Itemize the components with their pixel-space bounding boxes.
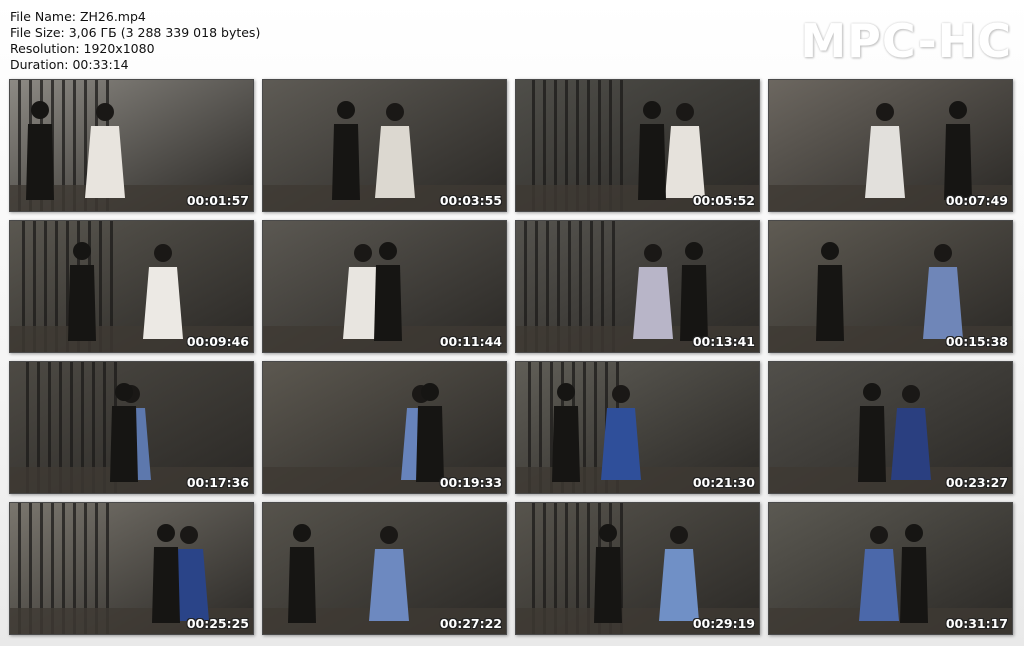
thumbnail-timestamp: 00:11:44: [439, 334, 502, 349]
thumbnail-image: [263, 503, 506, 634]
thumbnail-timestamp: 00:31:17: [945, 616, 1008, 631]
thumbnail-timestamp: 00:13:41: [692, 334, 755, 349]
thumbnail-timestamp: 00:15:38: [945, 334, 1008, 349]
mpc-hc-logo: MPC-HC: [800, 14, 1012, 68]
thumbnail-timestamp: 00:01:57: [186, 193, 249, 208]
video-thumbnail: 00:05:52: [515, 79, 760, 212]
thumbnail-image: [516, 221, 759, 352]
thumbnail-image: [263, 80, 506, 211]
thumbnail-grid: 00:01:57 00:03:55 00:05:52 00:07:49 00:0…: [9, 79, 1015, 635]
thumbnail-timestamp: 00:17:36: [186, 475, 249, 490]
video-thumbnail: 00:01:57: [9, 79, 254, 212]
thumbnail-timestamp: 00:05:52: [692, 193, 755, 208]
thumbnail-timestamp: 00:09:46: [186, 334, 249, 349]
video-thumbnail: 00:23:27: [768, 361, 1013, 494]
video-thumbnail: 00:17:36: [9, 361, 254, 494]
duration-line: Duration: 00:33:14: [10, 57, 129, 72]
file-info-panel: File Name: ZH26.mp4 File Size: 3,06 ГБ (…: [10, 9, 260, 73]
video-thumbnail: 00:29:19: [515, 502, 760, 635]
video-thumbnail: 00:09:46: [9, 220, 254, 353]
video-thumbnail: 00:03:55: [262, 79, 507, 212]
video-thumbnail: 00:19:33: [262, 361, 507, 494]
video-thumbnail: 00:27:22: [262, 502, 507, 635]
video-thumbnail: 00:31:17: [768, 502, 1013, 635]
video-thumbnail: 00:07:49: [768, 79, 1013, 212]
thumbnail-image: [769, 503, 1012, 634]
video-thumbnail: 00:11:44: [262, 220, 507, 353]
thumbnail-image: [769, 80, 1012, 211]
resolution-line: Resolution: 1920x1080: [10, 41, 155, 56]
thumbnail-image: [516, 503, 759, 634]
thumbnail-timestamp: 00:19:33: [439, 475, 502, 490]
thumbnail-timestamp: 00:21:30: [692, 475, 755, 490]
thumbnail-image: [263, 221, 506, 352]
thumbnail-timestamp: 00:07:49: [945, 193, 1008, 208]
thumbnail-timestamp: 00:25:25: [186, 616, 249, 631]
video-thumbnail: 00:25:25: [9, 502, 254, 635]
thumbnail-image: [10, 503, 253, 634]
file-name-line: File Name: ZH26.mp4: [10, 9, 146, 24]
thumbnail-image: [10, 80, 253, 211]
file-size-line: File Size: 3,06 ГБ (3 288 339 018 bytes): [10, 25, 261, 40]
video-thumbnail: 00:15:38: [768, 220, 1013, 353]
thumbnail-timestamp: 00:23:27: [945, 475, 1008, 490]
video-thumbnail: 00:13:41: [515, 220, 760, 353]
thumbnail-timestamp: 00:27:22: [439, 616, 502, 631]
video-thumbnail: 00:21:30: [515, 361, 760, 494]
thumbnail-image: [769, 221, 1012, 352]
thumbnail-image: [516, 80, 759, 211]
thumbnail-timestamp: 00:29:19: [692, 616, 755, 631]
thumbnail-image: [516, 362, 759, 493]
thumbnail-image: [10, 362, 253, 493]
thumbnail-image: [769, 362, 1012, 493]
thumbnail-timestamp: 00:03:55: [439, 193, 502, 208]
thumbnail-image: [10, 221, 253, 352]
thumbnail-image: [263, 362, 506, 493]
